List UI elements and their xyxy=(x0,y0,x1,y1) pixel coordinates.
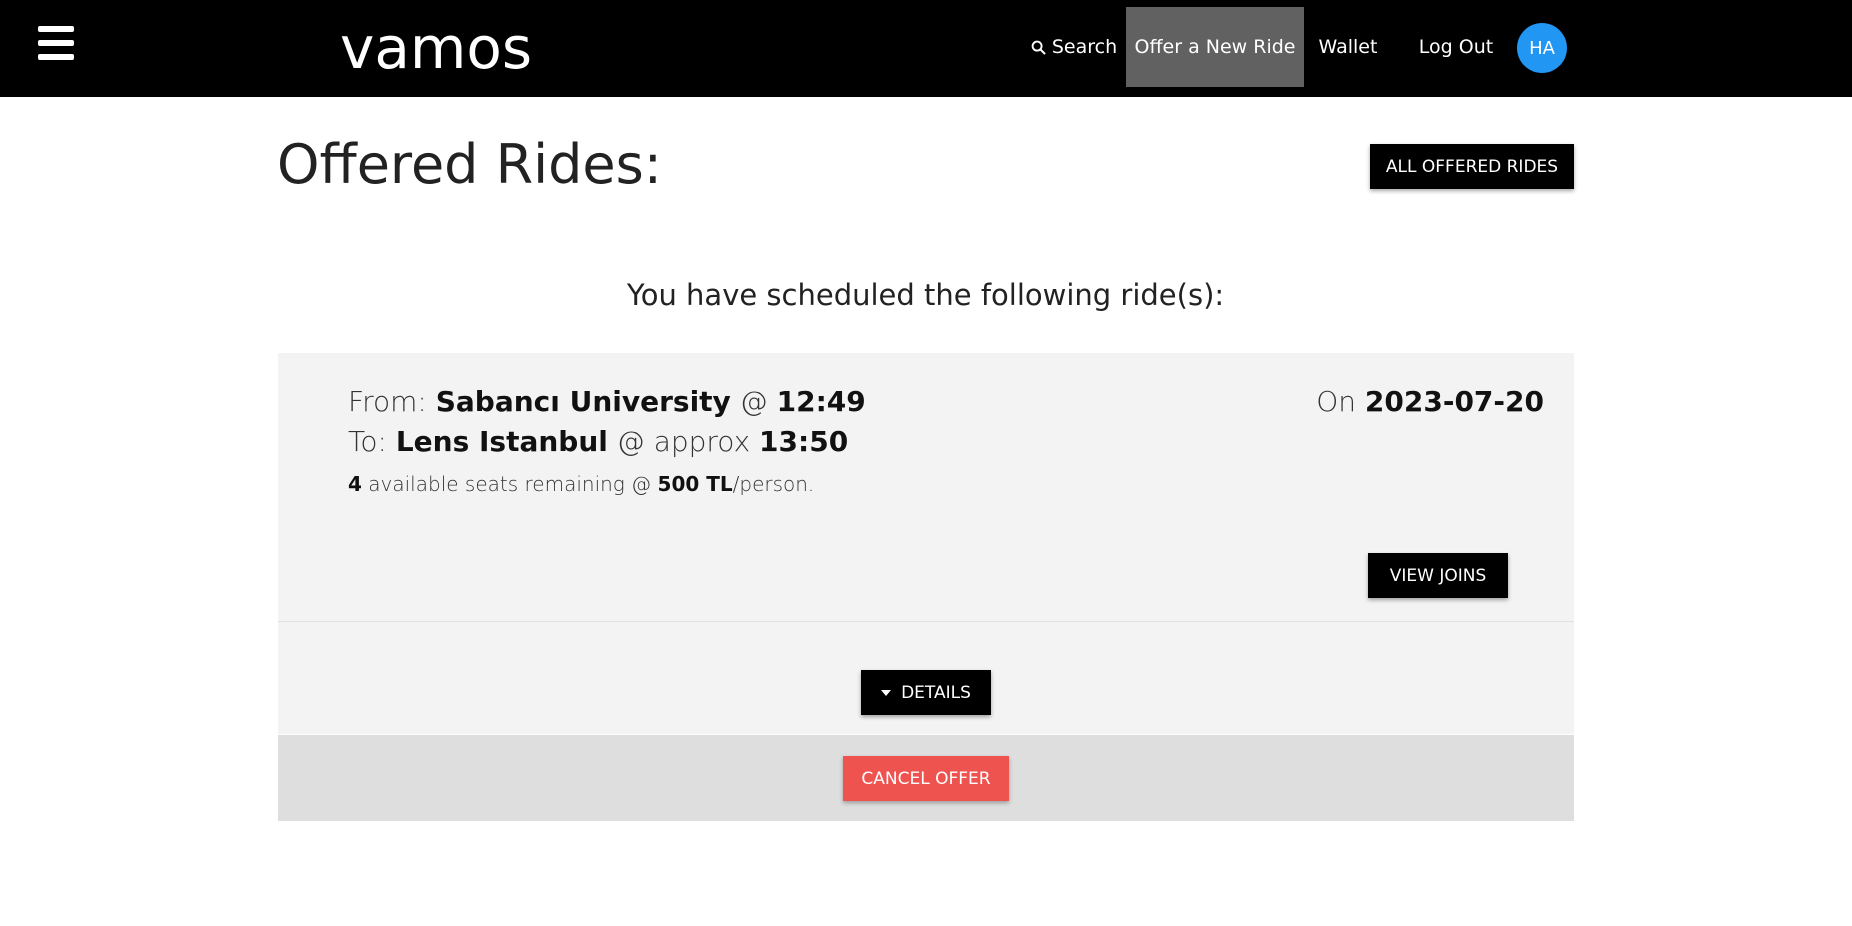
caret-down-icon xyxy=(881,689,892,696)
ride-from-line: From: Sabancı University @ 12:49 xyxy=(348,385,866,418)
from-time: 12:49 xyxy=(776,385,866,418)
to-time: 13:50 xyxy=(759,425,849,458)
ride-date: 2023-07-20 xyxy=(1364,385,1544,418)
details-button[interactable]: DETAILS xyxy=(861,670,991,715)
avatar[interactable]: HA xyxy=(1517,23,1567,73)
date-label: On xyxy=(1316,385,1356,418)
from-place: Sabancı University xyxy=(435,385,731,418)
price-unit: /person. xyxy=(732,472,815,496)
price: 500 TL xyxy=(657,472,733,496)
nav-search[interactable]: Search xyxy=(1024,7,1124,87)
ride-card: From: Sabancı University @ 12:49 To: Len… xyxy=(278,353,1574,622)
from-at: @ xyxy=(739,385,768,418)
to-place: Lens Istanbul xyxy=(395,425,608,458)
seats-text: available seats remaining @ xyxy=(368,472,652,496)
all-offered-rides-button[interactable]: ALL OFFERED RIDES xyxy=(1370,144,1574,189)
ride-to-line: To: Lens Istanbul @ approx 13:50 xyxy=(348,425,848,458)
hamburger-menu-icon[interactable] xyxy=(38,26,74,60)
details-section: DETAILS xyxy=(278,622,1574,734)
page-title: Offered Rides: xyxy=(277,133,662,196)
to-at: @ approx xyxy=(616,425,751,458)
search-icon xyxy=(1031,40,1046,55)
view-joins-button[interactable]: VIEW JOINS xyxy=(1368,553,1508,598)
details-label: DETAILS xyxy=(901,682,971,703)
from-label: From: xyxy=(348,385,427,418)
ride-date-line: On 2023-07-20 xyxy=(1316,385,1544,418)
brand-logo[interactable]: vamos xyxy=(340,14,532,84)
nav-search-label: Search xyxy=(1051,36,1118,58)
seats-price-line: 4 available seats remaining @ 500 TL/per… xyxy=(348,472,814,496)
cancel-section: CANCEL OFFER xyxy=(278,735,1574,821)
nav-log-out[interactable]: Log Out xyxy=(1398,7,1514,87)
scheduled-rides-subtitle: You have scheduled the following ride(s)… xyxy=(626,278,1225,312)
to-label: To: xyxy=(348,425,387,458)
cancel-offer-button[interactable]: CANCEL OFFER xyxy=(843,756,1009,801)
top-navbar: vamos Search Offer a New Ride Wallet Log… xyxy=(0,0,1852,97)
nav-offer-new-ride[interactable]: Offer a New Ride xyxy=(1126,7,1304,87)
seats-count: 4 xyxy=(348,472,362,496)
nav-wallet[interactable]: Wallet xyxy=(1310,7,1386,87)
